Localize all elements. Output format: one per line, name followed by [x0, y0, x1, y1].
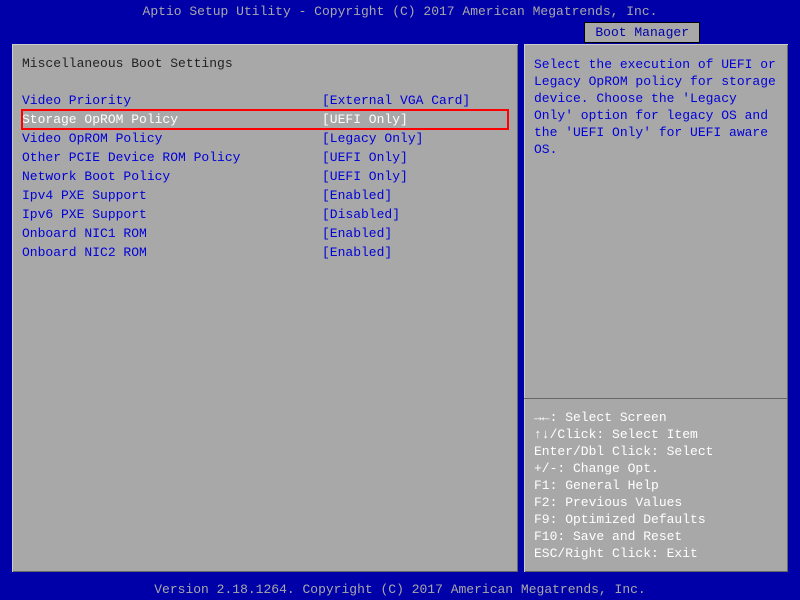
setting-label: Video OpROM Policy: [22, 130, 322, 147]
setting-value: [UEFI Only]: [322, 149, 508, 166]
nav-select-item: ↑↓/Click: Select Item: [534, 426, 778, 443]
setting-label: Storage OpROM Policy: [22, 111, 322, 128]
nav-previous-values: F2: Previous Values: [534, 494, 778, 511]
setting-onboard-nic2-rom[interactable]: Onboard NIC2 ROM [Enabled]: [22, 243, 508, 262]
setting-value: [UEFI Only]: [322, 111, 508, 128]
setting-value: [Enabled]: [322, 187, 508, 204]
tab-boot-manager[interactable]: Boot Manager: [584, 22, 700, 43]
setting-video-oprom-policy[interactable]: Video OpROM Policy [Legacy Only]: [22, 129, 508, 148]
setting-value: [Disabled]: [322, 206, 508, 223]
setting-label: Ipv6 PXE Support: [22, 206, 322, 223]
nav-exit: ESC/Right Click: Exit: [534, 545, 778, 562]
setting-other-pcie-device-rom[interactable]: Other PCIE Device ROM Policy [UEFI Only]: [22, 148, 508, 167]
tab-label: Boot Manager: [595, 25, 689, 40]
help-text: Select the execution of UEFI or Legacy O…: [524, 44, 788, 398]
setting-label: Ipv4 PXE Support: [22, 187, 322, 204]
setting-value: [Enabled]: [322, 225, 508, 242]
setting-label: Onboard NIC2 ROM: [22, 244, 322, 261]
nav-hints: →←: Select Screen ↑↓/Click: Select Item …: [524, 398, 788, 572]
main-area: Miscellaneous Boot Settings Video Priori…: [10, 42, 790, 574]
header-title: Aptio Setup Utility - Copyright (C) 2017…: [143, 4, 658, 19]
setting-value: [External VGA Card]: [322, 92, 508, 109]
setting-label: Network Boot Policy: [22, 168, 322, 185]
setting-ipv6-pxe-support[interactable]: Ipv6 PXE Support [Disabled]: [22, 205, 508, 224]
tab-row: Boot Manager: [0, 22, 800, 42]
settings-panel: Miscellaneous Boot Settings Video Priori…: [10, 42, 520, 574]
setting-label: Video Priority: [22, 92, 322, 109]
footer-bar: Version 2.18.1264. Copyright (C) 2017 Am…: [0, 578, 800, 600]
header-bar: Aptio Setup Utility - Copyright (C) 2017…: [0, 0, 800, 22]
setting-label: Onboard NIC1 ROM: [22, 225, 322, 242]
nav-select-screen: →←: Select Screen: [534, 409, 778, 426]
setting-ipv4-pxe-support[interactable]: Ipv4 PXE Support [Enabled]: [22, 186, 508, 205]
setting-label: Other PCIE Device ROM Policy: [22, 149, 322, 166]
setting-value: [Enabled]: [322, 244, 508, 261]
help-panel: Select the execution of UEFI or Legacy O…: [522, 42, 790, 574]
nav-save-reset: F10: Save and Reset: [534, 528, 778, 545]
setting-value: [UEFI Only]: [322, 168, 508, 185]
section-title: Miscellaneous Boot Settings: [22, 56, 508, 71]
nav-change-opt: +/-: Change Opt.: [534, 460, 778, 477]
setting-video-priority[interactable]: Video Priority [External VGA Card]: [22, 91, 508, 110]
setting-value: [Legacy Only]: [322, 130, 508, 147]
setting-network-boot-policy[interactable]: Network Boot Policy [UEFI Only]: [22, 167, 508, 186]
nav-general-help: F1: General Help: [534, 477, 778, 494]
setting-storage-oprom-policy[interactable]: Storage OpROM Policy [UEFI Only]: [22, 110, 508, 129]
nav-enter-select: Enter/Dbl Click: Select: [534, 443, 778, 460]
setting-onboard-nic1-rom[interactable]: Onboard NIC1 ROM [Enabled]: [22, 224, 508, 243]
nav-optimized-defaults: F9: Optimized Defaults: [534, 511, 778, 528]
footer-text: Version 2.18.1264. Copyright (C) 2017 Am…: [154, 582, 645, 597]
